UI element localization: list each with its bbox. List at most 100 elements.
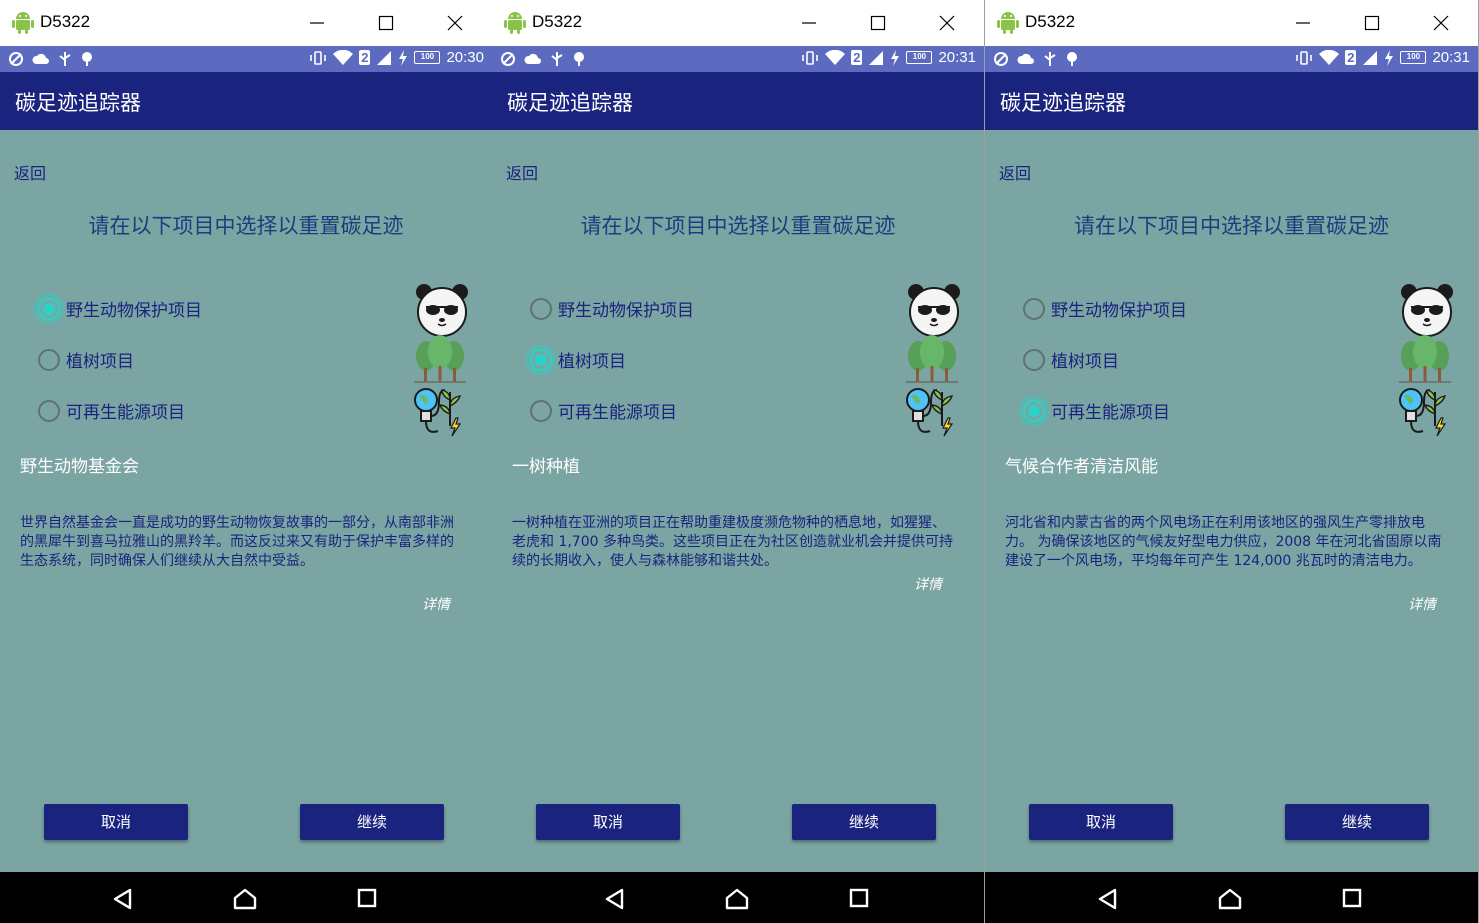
option-tree-planting[interactable]: 植树项目 — [530, 347, 626, 372]
back-link[interactable]: 返回 — [14, 160, 46, 184]
cloud-icon — [1017, 53, 1034, 64]
cancel-button[interactable]: 取消 — [44, 804, 188, 840]
radio-button[interactable] — [530, 399, 552, 422]
maximize-button[interactable] — [373, 10, 399, 36]
maximize-icon — [1364, 15, 1380, 31]
project-description: 河北省和内蒙古省的两个风电场正在利用该地区的强风生产零排放电力。 为确保该地区的… — [1005, 515, 1442, 569]
radio-button[interactable] — [38, 297, 60, 320]
reset-footprint-screen: 返回 请在以下项目中选择以重置碳足迹 野生动物保护项目 植树项目 可再生能源项目 — [985, 130, 1478, 872]
wifi-icon — [1319, 49, 1340, 65]
back-triangle-icon[interactable] — [112, 888, 134, 910]
maximize-button[interactable] — [865, 10, 891, 36]
cell-signal-icon — [869, 50, 884, 65]
radio-button[interactable] — [1023, 348, 1045, 371]
option-label: 可再生能源项目 — [558, 403, 677, 423]
home-icon[interactable] — [1218, 888, 1242, 910]
cancel-button[interactable]: 取消 — [1029, 804, 1173, 840]
window-titlebar: D5322 — [0, 0, 492, 46]
cell-signal-icon — [1363, 50, 1378, 65]
details-link[interactable]: 详情 — [914, 574, 942, 594]
close-window-button[interactable] — [1428, 10, 1454, 36]
location-icon — [82, 52, 92, 66]
option-tree-planting[interactable]: 植树项目 — [1023, 347, 1119, 372]
continue-button[interactable]: 继续 — [1285, 804, 1429, 840]
close-icon — [447, 15, 463, 31]
option-tree-planting[interactable]: 植树项目 — [38, 347, 134, 372]
trees-icon — [1399, 335, 1451, 383]
option-wildlife[interactable]: 野生动物保护项目 — [530, 296, 694, 321]
details-link[interactable]: 详情 — [1408, 594, 1436, 614]
back-triangle-icon[interactable] — [1097, 888, 1119, 910]
trees-icon — [906, 335, 958, 383]
continue-button[interactable]: 继续 — [300, 804, 444, 840]
option-label: 植树项目 — [66, 352, 134, 372]
recent-apps-icon[interactable] — [357, 888, 377, 908]
close-window-button[interactable] — [442, 10, 468, 36]
window-title: D5322 — [1025, 12, 1076, 31]
cloud-icon — [32, 53, 49, 64]
home-icon[interactable] — [725, 888, 749, 910]
option-label: 植树项目 — [558, 352, 626, 372]
status-time: 20:31 — [938, 49, 976, 66]
status-time: 20:30 — [446, 49, 484, 66]
app-bar: 碳足迹追踪器 — [985, 72, 1478, 130]
home-icon[interactable] — [233, 888, 257, 910]
option-renewable-energy[interactable]: 可再生能源项目 — [38, 398, 185, 423]
project-description: 世界自然基金会一直是成功的野生动物恢复故事的一部分，从南部非洲的黑犀牛到喜马拉雅… — [20, 515, 454, 569]
app-title: 碳足迹追踪器 — [507, 91, 633, 115]
option-wildlife[interactable]: 野生动物保护项目 — [38, 296, 202, 321]
maximize-button[interactable] — [1359, 10, 1385, 36]
minimize-button[interactable] — [1290, 10, 1316, 36]
emulator-window-3: D5322 2 100 20:31 碳足迹追踪器 返回 请在以下项目中选择以重置… — [985, 0, 1479, 923]
android-icon — [997, 12, 1019, 34]
recent-apps-icon[interactable] — [849, 888, 869, 908]
reset-footprint-screen: 返回 请在以下项目中选择以重置碳足迹 野生动物保护项目 植树项目 可再生能源项目 — [0, 130, 492, 872]
vibrate-icon — [310, 50, 327, 65]
radio-button[interactable] — [530, 297, 552, 320]
renewable-energy-icon — [1399, 388, 1447, 437]
option-label: 可再生能源项目 — [66, 403, 185, 423]
close-icon — [1433, 15, 1449, 31]
radio-button[interactable] — [38, 399, 60, 422]
radio-button[interactable] — [1023, 399, 1045, 422]
android-status-bar: 2 100 20:31 — [985, 46, 1478, 72]
usb-icon — [551, 52, 563, 66]
recent-apps-icon[interactable] — [1342, 888, 1362, 908]
radio-button[interactable] — [1023, 297, 1045, 320]
battery-icon: 100 — [1400, 51, 1427, 64]
app-title: 碳足迹追踪器 — [15, 91, 141, 115]
fund-name: 一树种植 — [512, 457, 580, 477]
charging-icon — [891, 49, 900, 66]
charging-icon — [399, 49, 408, 66]
minimize-button[interactable] — [796, 10, 822, 36]
back-triangle-icon[interactable] — [604, 888, 626, 910]
panda-icon — [416, 284, 468, 337]
battery-icon: 100 — [906, 51, 933, 64]
reset-footprint-screen: 返回 请在以下项目中选择以重置碳足迹 野生动物保护项目 植树项目 可再生能源项目 — [492, 130, 984, 872]
window-titlebar: D5322 — [492, 0, 984, 46]
option-renewable-energy[interactable]: 可再生能源项目 — [1023, 398, 1170, 423]
back-link[interactable]: 返回 — [999, 160, 1031, 184]
radio-button[interactable] — [530, 348, 552, 371]
charging-icon — [1385, 49, 1394, 66]
cancel-button[interactable]: 取消 — [536, 804, 680, 840]
fund-name: 气候合作者清洁风能 — [1005, 457, 1158, 477]
radio-button[interactable] — [38, 348, 60, 371]
option-label: 野生动物保护项目 — [66, 301, 202, 321]
close-window-button[interactable] — [934, 10, 960, 36]
details-link[interactable]: 详情 — [422, 594, 450, 614]
no-sync-icon — [501, 52, 515, 66]
panda-icon — [908, 284, 960, 337]
maximize-icon — [378, 15, 394, 31]
continue-button[interactable]: 继续 — [792, 804, 936, 840]
sim-slot-indicator: 2 — [851, 50, 863, 65]
option-wildlife[interactable]: 野生动物保护项目 — [1023, 296, 1187, 321]
battery-icon: 100 — [414, 51, 441, 64]
sim-slot-indicator: 2 — [1345, 50, 1357, 65]
minimize-button[interactable] — [304, 10, 330, 36]
cell-signal-icon — [377, 50, 392, 65]
no-sync-icon — [9, 52, 23, 66]
back-link[interactable]: 返回 — [506, 160, 538, 184]
app-bar: 碳足迹追踪器 — [492, 72, 984, 130]
option-renewable-energy[interactable]: 可再生能源项目 — [530, 398, 677, 423]
